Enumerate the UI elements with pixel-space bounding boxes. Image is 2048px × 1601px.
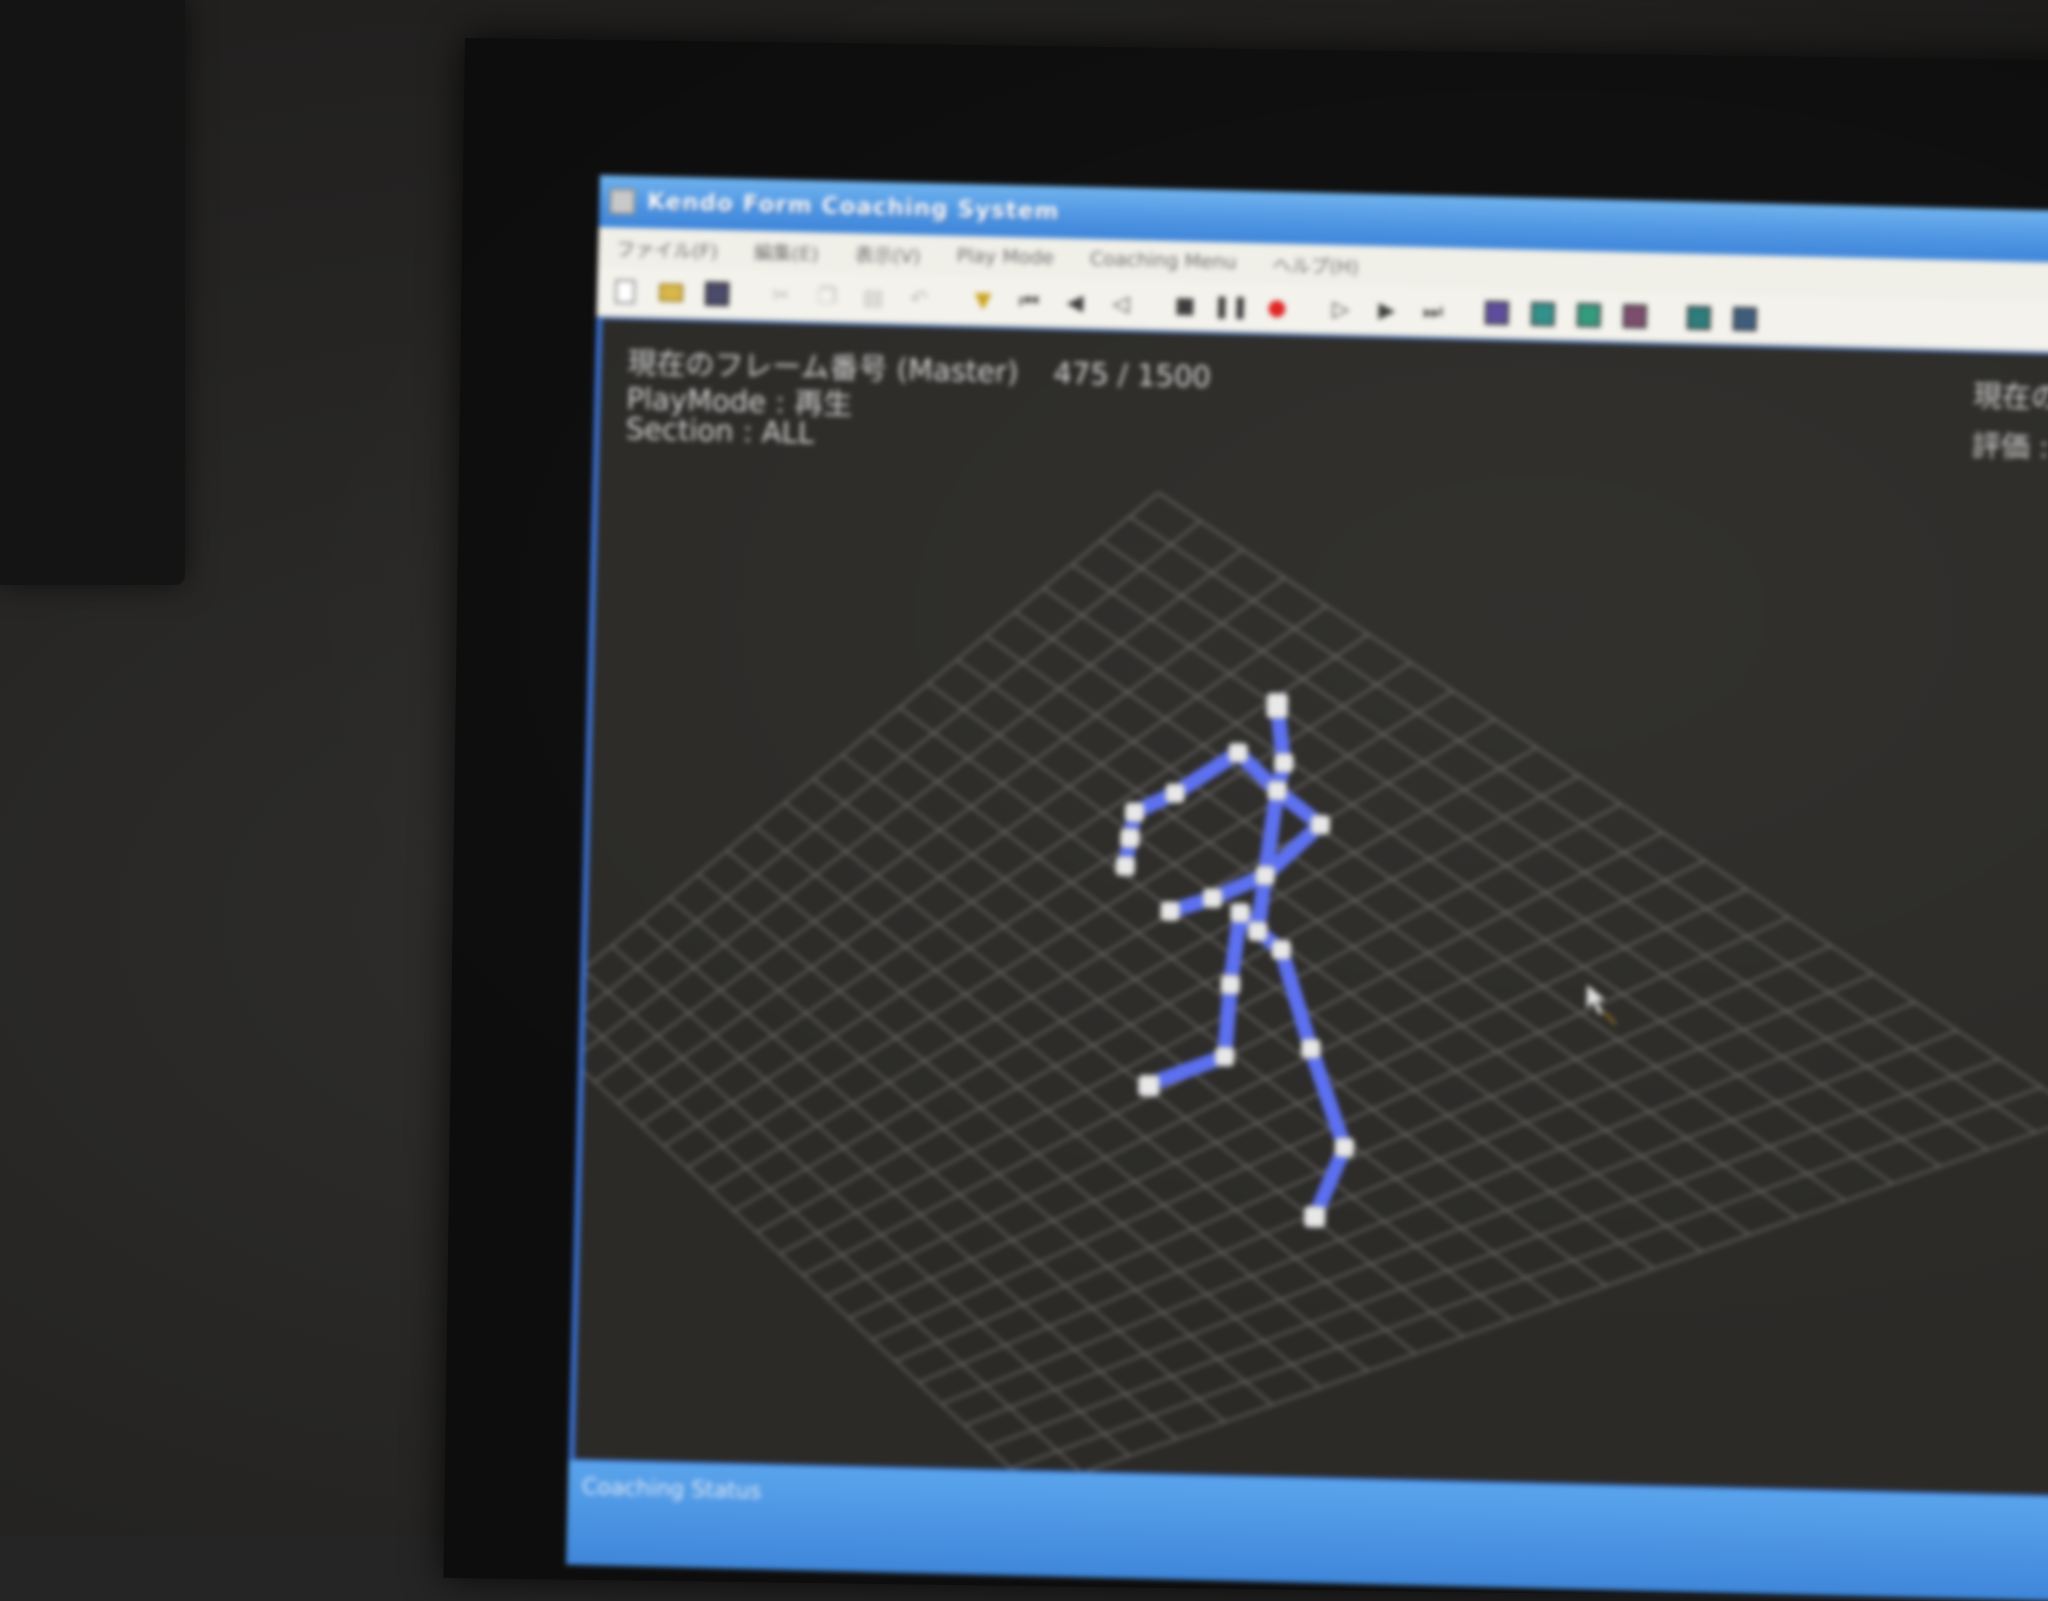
floor-grid bbox=[574, 491, 2048, 1491]
app-icon bbox=[609, 188, 636, 215]
undo-icon[interactable]: ↶ bbox=[903, 282, 936, 315]
stop-icon[interactable]: ■ bbox=[1169, 289, 1202, 322]
speaker-cabinet bbox=[0, 0, 185, 585]
menu-view[interactable]: 表示(V) bbox=[836, 239, 938, 268]
skip-back-icon[interactable]: ⏮ bbox=[1013, 285, 1046, 318]
status-text: Coaching Status bbox=[581, 1474, 762, 1505]
grid-line bbox=[574, 1016, 1035, 1491]
marker-icon[interactable]: ▼ bbox=[967, 284, 1000, 317]
joint-left-ankle bbox=[1334, 1137, 1355, 1158]
joint-right-toe bbox=[1137, 1074, 1161, 1097]
menu-help[interactable]: ヘルプ(H) bbox=[1254, 250, 1377, 280]
joint-right-knee bbox=[1220, 974, 1241, 995]
joint-left-hip bbox=[1271, 939, 1292, 960]
joint-left-wrist bbox=[1202, 888, 1223, 909]
camera-2-icon[interactable] bbox=[1728, 303, 1761, 336]
joint-right-hip bbox=[1230, 902, 1251, 923]
view-front-icon[interactable] bbox=[1481, 297, 1514, 330]
frame-forward-icon[interactable]: ▷ bbox=[1325, 293, 1358, 326]
step-back-icon[interactable]: ◀ bbox=[1059, 286, 1092, 319]
joint-right-elbow bbox=[1164, 783, 1186, 804]
view-top-icon[interactable] bbox=[1572, 299, 1605, 332]
window-title: Kendo Form Coaching System bbox=[647, 189, 1060, 226]
joint-right-shoulder bbox=[1227, 742, 1249, 763]
bone-left-thigh bbox=[1273, 942, 1319, 1057]
copy-icon[interactable]: ❐ bbox=[811, 280, 844, 313]
paste-icon[interactable]: ▤ bbox=[857, 281, 890, 314]
camera-1-icon[interactable] bbox=[1682, 302, 1715, 335]
app-window: Kendo Form Coaching System ファイル(F) 編集(E)… bbox=[566, 175, 2048, 1601]
pause-icon[interactable]: ❚❚ bbox=[1212, 290, 1249, 323]
joint-left-hand bbox=[1160, 901, 1181, 922]
joint-chest bbox=[1267, 780, 1288, 801]
joint-right-hand-a bbox=[1119, 828, 1141, 849]
skip-forward-icon[interactable]: ⏭ bbox=[1417, 295, 1450, 328]
joint-right-wrist bbox=[1124, 802, 1145, 823]
menu-play-mode[interactable]: Play Mode bbox=[938, 244, 1072, 269]
bone-right-shin bbox=[1217, 977, 1238, 1065]
bone-right-thigh bbox=[1222, 905, 1248, 993]
play-icon[interactable]: ▶ bbox=[1371, 294, 1404, 327]
joint-left-shoulder bbox=[1310, 814, 1331, 835]
view-3d-icon[interactable] bbox=[1618, 300, 1651, 333]
joint-head bbox=[1266, 692, 1289, 719]
menu-edit[interactable]: 編集(E) bbox=[736, 237, 837, 266]
frame-back-icon[interactable]: ◁ bbox=[1105, 287, 1138, 320]
joint-neck bbox=[1273, 752, 1294, 774]
menu-file[interactable]: ファイル(F) bbox=[598, 233, 736, 263]
3d-scene bbox=[574, 491, 2048, 1491]
joint-left-knee bbox=[1300, 1038, 1321, 1059]
record-icon[interactable]: ● bbox=[1261, 291, 1294, 324]
grid-line bbox=[1033, 1114, 2048, 1491]
menu-coaching[interactable]: Coaching Menu bbox=[1072, 248, 1255, 274]
joint-right-ankle bbox=[1214, 1046, 1235, 1067]
grid-line bbox=[611, 945, 1178, 1440]
view-side-icon[interactable] bbox=[1526, 298, 1559, 331]
grid-line bbox=[639, 921, 1226, 1423]
save-icon[interactable] bbox=[701, 278, 734, 311]
bone-left-shin bbox=[1303, 1041, 1352, 1155]
joint-right-hand-b bbox=[1115, 855, 1136, 877]
cut-icon[interactable]: ✂ bbox=[765, 279, 798, 312]
open-folder-icon[interactable] bbox=[655, 276, 688, 309]
joint-pelvis bbox=[1247, 921, 1268, 942]
joint-left-toe bbox=[1303, 1205, 1326, 1228]
3d-viewport[interactable]: 現在のフレーム番号 (Master) 475 / 1500 PlayMode :… bbox=[574, 319, 2048, 1496]
grid-line bbox=[668, 897, 1274, 1406]
new-file-icon[interactable] bbox=[609, 275, 642, 308]
grid-line bbox=[574, 992, 1083, 1474]
joint-left-elbow bbox=[1254, 865, 1276, 886]
